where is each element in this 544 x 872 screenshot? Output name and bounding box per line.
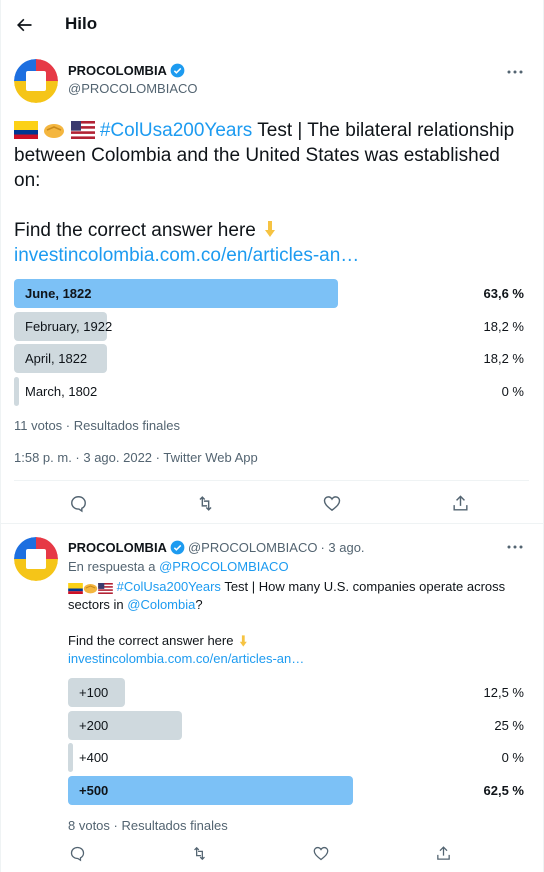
usa-flag-icon [98,583,113,594]
retweet-button[interactable] [184,838,214,868]
poll-option-percent: 63,6 % [483,286,524,301]
handshake-icon [44,124,65,138]
poll-votes: 11 votos · Resultados finales [14,418,180,433]
handshake-icon [83,584,98,594]
poll-option-percent: 18,2 % [483,318,524,334]
poll-option: +200 25 % [68,710,524,740]
reply-icon [70,495,86,512]
author-name[interactable]: PROCOLOMBIA [68,63,185,78]
reply-icon [70,846,84,861]
page-title: Hilo [65,14,98,33]
retweet-icon [198,495,212,511]
share-button[interactable] [428,838,458,868]
tweet-header: PROCOLOMBIA @PROCOLOMBIACO · 3 ago. [68,540,365,555]
mention-link[interactable]: @Colombia [127,597,195,612]
poll-option-label: +200 [79,717,109,733]
poll-option-percent: 12,5 % [483,685,524,700]
tweet-text: #ColUsa200Years Test | The bilateral rel… [14,118,529,268]
poll-option-percent: 18,2 % [483,351,524,366]
poll-option-label: March, 1802 [25,383,98,399]
author-handle[interactable]: @PROCOLOMBIACO [68,81,198,96]
find-text: Find the correct answer here [14,220,256,241]
thread-view: Hilo PROCOLOMBIA @PROCOLOMBIACO #ColUsa2… [0,0,544,872]
poll-option: March, 1802 0 % [14,376,524,406]
like-button[interactable] [306,838,336,868]
colombia-flag-icon [14,121,38,139]
pointing-down-icon [265,221,276,237]
verified-badge-icon [170,540,185,555]
more-horizontal-icon [507,545,523,549]
verified-badge-icon [170,63,185,78]
avatar[interactable] [14,59,58,103]
poll-bar [14,376,19,406]
more-button[interactable] [502,61,528,83]
hashtag-link[interactable]: #ColUsa200Years [100,120,252,141]
poll-option-percent: 0 % [501,383,524,399]
hashtag-link[interactable]: #ColUsa200Years [117,579,221,594]
colombia-flag-icon [68,583,83,594]
poll-option-percent: 25 % [494,717,524,733]
pointing-down-icon [239,635,247,647]
share-icon [436,845,450,860]
tweet-date[interactable]: · 3 ago. [320,540,364,555]
article-link[interactable]: investincolombia.com.co/en/articles-an… [14,245,359,266]
procolombia-logo-icon [14,59,58,103]
reply-prefix: En respuesta a [68,559,160,574]
poll-option-percent: 62,5 % [483,782,524,798]
poll-bar [68,775,353,805]
poll-option-label: +100 [79,685,109,700]
poll-option: June, 1822 63,6 % [14,279,524,308]
divider [1,523,544,524]
poll-option-percent: 0 % [501,750,524,765]
retweet-icon [193,846,205,860]
find-text: Find the correct answer here [68,633,234,648]
poll-option: +100 12,5 % [68,678,524,707]
divider [14,480,529,481]
poll-option-label: +500 [79,782,109,798]
poll-votes: 8 votos · Resultados finales [68,818,228,833]
more-horizontal-icon [507,70,523,74]
author-name[interactable]: PROCOLOMBIA [68,540,167,555]
reply-button[interactable] [63,488,93,518]
poll-bar [68,743,73,772]
share-button[interactable] [445,488,475,518]
article-link[interactable]: investincolombia.com.co/en/articles-an… [68,651,304,666]
avatar[interactable] [14,537,58,581]
poll-option: April, 1822 18,2 % [14,344,524,373]
author-name-text: PROCOLOMBIA [68,63,167,78]
usa-flag-icon [70,121,95,139]
poll-option: February, 1922 18,2 % [14,311,524,341]
like-icon [323,495,341,511]
reply-button[interactable] [62,838,92,868]
more-button[interactable] [502,536,528,558]
poll-option-label: June, 1822 [25,286,92,301]
author-handle[interactable]: @PROCOLOMBIACO [188,540,318,555]
poll-option: +400 0 % [68,743,524,772]
tweet-body-end: ? [195,597,203,612]
arrow-left-icon [17,18,32,32]
tweet-text: #ColUsa200Years Test | How many U.S. com… [68,578,528,668]
share-icon [452,494,468,511]
tweet-timestamp[interactable]: 1:58 p. m. · 3 ago. 2022 · Twitter Web A… [14,450,258,465]
poll-option-label: April, 1822 [25,351,88,366]
page-header: Hilo [1,0,544,50]
poll-option: +500 62,5 % [68,775,524,805]
like-button[interactable] [317,488,347,518]
poll-option-label: February, 1922 [25,318,113,334]
like-icon [313,846,329,860]
reply-context: En respuesta a @PROCOLOMBIACO [68,559,289,574]
procolombia-logo-icon [14,537,58,581]
reply-mention[interactable]: @PROCOLOMBIACO [159,559,289,574]
poll-option-label: +400 [79,750,109,765]
retweet-button[interactable] [190,488,220,518]
back-button[interactable] [9,10,39,40]
